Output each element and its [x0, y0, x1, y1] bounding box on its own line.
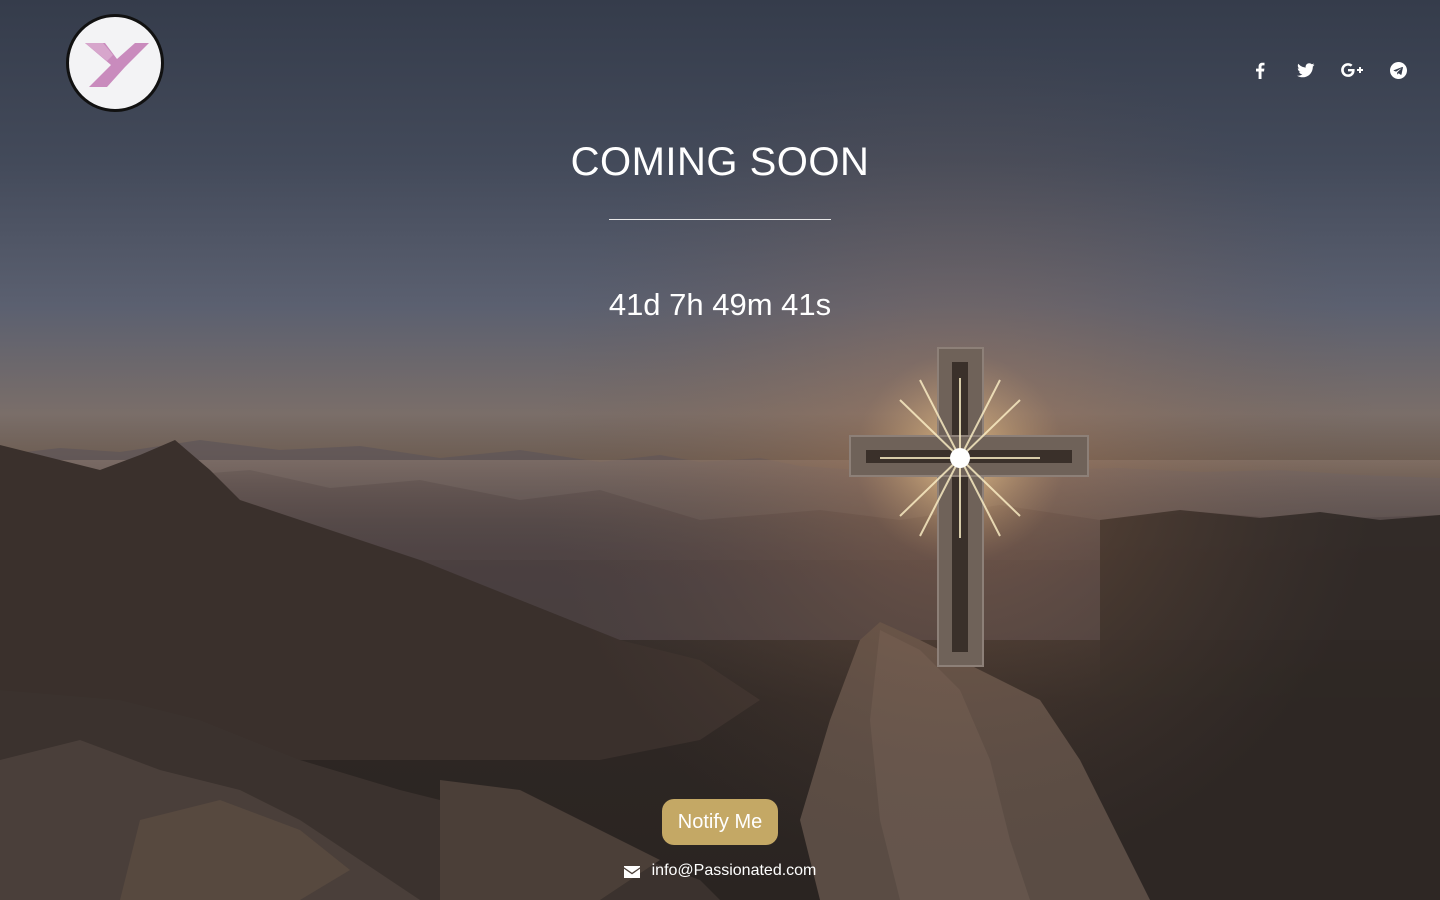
contact-email-link[interactable]: info@Passionated.com	[652, 862, 817, 880]
title-divider	[609, 219, 831, 220]
contact-email: info@Passionated.com	[0, 862, 1440, 880]
notify-me-button[interactable]: Notify Me	[662, 799, 778, 845]
countdown-timer: 41d 7h 49m 41s	[608, 287, 832, 322]
facebook-icon[interactable]	[1248, 58, 1272, 82]
google-plus-icon[interactable]	[1340, 58, 1364, 82]
envelope-icon	[623, 866, 640, 878]
page-title: COMING SOON	[570, 140, 870, 184]
social-links	[1226, 58, 1410, 82]
mountain-cross-background	[0, 0, 1440, 900]
coming-soon-page: COMING SOON 41d 7h 49m 41s Notify Me inf…	[0, 0, 1440, 900]
telegram-icon[interactable]	[1386, 58, 1410, 82]
brand-logo[interactable]	[66, 14, 164, 112]
twitter-icon[interactable]	[1294, 58, 1318, 82]
y-monogram-logo-icon	[85, 43, 149, 87]
